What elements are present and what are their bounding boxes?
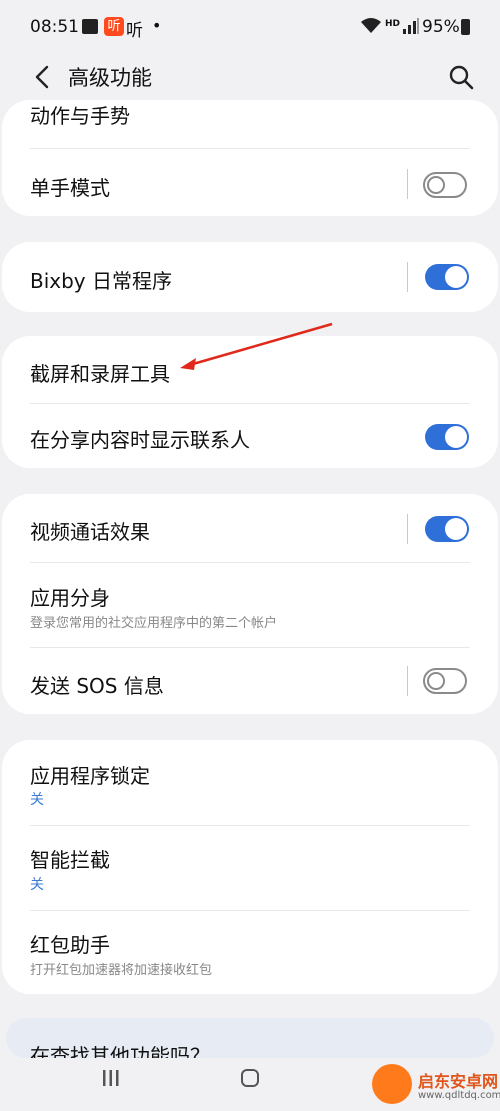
row-subtitle: 打开红包加速器将加速接收红包 [30,963,213,978]
app-lock-row[interactable]: 应用程序锁定 关 [2,740,498,824]
smart-block-row[interactable]: 智能拦截 关 [2,826,498,910]
show-contacts-when-sharing-row[interactable]: 在分享内容时显示联系人 [2,404,498,468]
dual-messenger-row[interactable]: 应用分身 登录您常用的社交应用程序中的第二个帐户 [2,564,498,646]
red-packet-assistant-row[interactable]: 红包助手 打开红包加速器将加速接收红包 [2,911,498,994]
video-call-effects-toggle[interactable] [425,516,469,542]
send-sos-toggle[interactable] [423,668,467,694]
row-label: 在分享内容时显示联系人 [30,428,250,452]
settings-card-4: 视频通话效果 应用分身 登录您常用的社交应用程序中的第二个帐户 发送 SOS 信… [2,494,498,714]
divider [30,562,470,563]
vertical-separator [407,666,408,696]
watermark-name: 启东安卓网 [418,1072,499,1091]
row-label: 视频通话效果 [30,520,150,544]
site-watermark: 启东安卓网 www.qdltdq.com [370,1062,500,1111]
row-subtitle: 关 [30,792,44,808]
row-label: 智能拦截 [30,848,110,872]
row-label: 发送 SOS 信息 [30,674,164,698]
row-label: 应用程序锁定 [30,764,150,788]
row-subtitle: 登录您常用的社交应用程序中的第二个帐户 [30,616,278,631]
settings-card-5: 应用程序锁定 关 智能拦截 关 红包助手 打开红包加速器将加速接收红包 [2,740,498,994]
home-icon[interactable] [241,1069,259,1087]
row-label: 红包助手 [30,933,110,957]
show-contacts-toggle[interactable] [425,424,469,450]
row-subtitle: 关 [30,877,44,893]
watermark-url: www.qdltdq.com [418,1090,500,1101]
annotation-arrow-icon [180,322,333,370]
vertical-separator [407,514,408,544]
row-label: 应用分身 [30,586,110,610]
video-call-effects-row[interactable]: 视频通话效果 [2,494,498,560]
recent-apps-icon[interactable] [101,1068,121,1088]
send-sos-row[interactable]: 发送 SOS 信息 [2,648,498,714]
watermark-logo-icon [372,1064,412,1104]
